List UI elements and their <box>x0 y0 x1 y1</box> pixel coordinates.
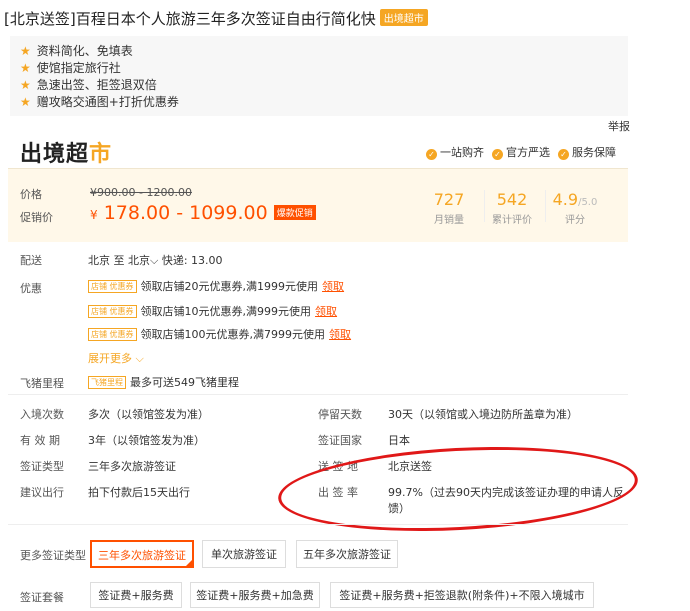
promise-label: 服务保障 <box>572 146 616 159</box>
shop-logo: 出境超市 <box>20 136 112 168</box>
option-label: 签证费+服务费+拒签退款(附条件)+不限入境城市 <box>339 589 585 602</box>
miles-text: 最多可送549飞猪里程 <box>130 376 239 389</box>
coupon-row: 店铺 优惠券 领取店铺20元优惠券,满1999元使用 领取 <box>88 278 344 294</box>
total-reviews: 542 累计评价 <box>482 190 542 226</box>
spec-value: 拍下付款后15天出行 <box>88 486 190 499</box>
package-label: 签证套餐 <box>20 591 64 604</box>
stat-label: 评分 <box>565 215 585 226</box>
feature-item: ★ 使馆指定旅行社 <box>20 59 121 76</box>
miles-label: 飞猪里程 <box>20 377 64 390</box>
feature-text: 急速出签、拒签退双倍 <box>36 78 157 92</box>
logo-text: 出境超 <box>20 142 90 167</box>
promise-label: 一站购齐 <box>440 146 484 159</box>
product-title: [北京送签]百程日本个人旅游三年多次签证自由行简化快 出境超市 <box>4 8 428 29</box>
spec-label: 签证类型 <box>20 460 64 473</box>
hot-promo-badge: 爆款促销 <box>273 205 316 220</box>
star-icon: ★ <box>20 95 31 109</box>
coupon-text: 领取店铺20元优惠券,满1999元使用 <box>140 280 319 293</box>
visa-type-option-selected[interactable]: 三年多次旅游签证 <box>90 540 194 568</box>
promo-price-label: 促销价 <box>20 211 53 224</box>
spec-value: 3年（以领馆签发为准） <box>88 434 205 447</box>
star-icon: ★ <box>20 78 31 92</box>
option-label: 签证费+服务费 <box>98 589 174 602</box>
package-option[interactable]: 签证费+服务费 <box>90 582 182 608</box>
option-label: 三年多次旅游签证 <box>98 549 186 562</box>
promise-label: 官方严选 <box>506 146 550 159</box>
section-divider <box>8 394 628 395</box>
coupon-text: 领取店铺100元优惠券,满7999元使用 <box>140 328 326 341</box>
price-range: 178.00 - 1099.00 <box>103 202 268 224</box>
coupon-tag: 店铺 优惠券 <box>88 328 137 341</box>
package-option[interactable]: 签证费+服务费+拒签退款(附条件)+不限入境城市 <box>330 582 594 608</box>
currency-symbol: ¥ <box>90 208 98 222</box>
stat-value: 542 <box>496 190 528 209</box>
title-badge: 出境超市 <box>379 9 428 26</box>
coupon-tag: 店铺 优惠券 <box>88 280 137 293</box>
rating: 4.9/5.0 评分 <box>545 190 605 226</box>
miles-row: 飞猪里程 最多可送549飞猪里程 <box>88 374 239 390</box>
coupon-tag: 店铺 优惠券 <box>88 305 137 318</box>
feature-item: ★ 急速出签、拒签退双倍 <box>20 76 157 93</box>
logo-accent: 市 <box>89 142 113 167</box>
stat-label: 累计评价 <box>492 215 532 226</box>
spec-label: 有 效 期 <box>20 434 60 447</box>
check-circle-icon: ✓ <box>492 149 503 160</box>
star-icon: ★ <box>20 44 31 58</box>
product-title-text: [北京送签]百程日本个人旅游三年多次签证自由行简化快 <box>4 10 376 28</box>
option-label: 单次旅游签证 <box>211 548 277 561</box>
coupon-row: 店铺 优惠券 领取店铺10元优惠券,满999元使用 领取 <box>88 303 337 319</box>
check-circle-icon: ✓ <box>558 149 569 160</box>
rating-scale: /5.0 <box>578 197 598 208</box>
feature-list: ★ 资料简化、免填表 ★ 使馆指定旅行社 ★ 急速出签、拒签退双倍 ★ 赠攻略交通图+打… <box>10 36 628 116</box>
claim-coupon-link[interactable]: 领取 <box>322 280 344 293</box>
visa-type-label: 更多签证类型 <box>20 549 86 562</box>
selected-corner-icon <box>185 559 193 567</box>
check-circle-icon: ✓ <box>426 149 437 160</box>
promise-guarantee: ✓ 服务保障 <box>558 144 616 160</box>
miles-tag: 飞猪里程 <box>88 376 126 389</box>
spec-label: 停留天数 <box>318 408 362 421</box>
claim-coupon-link[interactable]: 领取 <box>315 305 337 318</box>
spec-value: 30天（以领馆或入境边防所盖章为准） <box>388 408 578 421</box>
coupon-label: 优惠 <box>20 282 42 295</box>
promise-one-stop: ✓ 一站购齐 <box>426 144 484 160</box>
original-price: ¥900.00 - 1200.00 <box>90 186 192 199</box>
spec-value: 多次（以领馆签发为准） <box>88 408 209 421</box>
star-icon: ★ <box>20 61 31 75</box>
coupon-text: 领取店铺10元优惠券,满999元使用 <box>140 305 312 318</box>
shipping-selector[interactable]: 北京 至 北京⌵ 快递: 13.00 <box>88 252 223 268</box>
visa-type-option[interactable]: 单次旅游签证 <box>202 540 286 568</box>
price-label: 价格 <box>20 188 42 201</box>
spec-value: 日本 <box>388 434 410 447</box>
spec-value: 三年多次旅游签证 <box>88 460 176 473</box>
package-option[interactable]: 签证费+服务费+加急费 <box>190 582 320 608</box>
feature-item: ★ 赠攻略交通图+打折优惠券 <box>20 93 179 110</box>
monthly-sales: 727 月销量 <box>419 190 479 226</box>
expand-more-link[interactable]: 展开更多 ⌵ <box>88 350 144 366</box>
option-label: 五年多次旅游签证 <box>303 548 391 561</box>
section-divider <box>8 524 628 525</box>
stat-label: 月销量 <box>434 215 464 226</box>
feature-text: 赠攻略交通图+打折优惠券 <box>36 95 179 109</box>
stat-value: 727 <box>433 190 465 209</box>
spec-label: 签证国家 <box>318 434 362 447</box>
option-label: 签证费+服务费+加急费 <box>196 589 314 602</box>
promise-official: ✓ 官方严选 <box>492 144 550 160</box>
promo-price: ¥ 178.00 - 1099.00 爆款促销 <box>90 202 316 224</box>
visa-type-option[interactable]: 五年多次旅游签证 <box>296 540 398 568</box>
feature-text: 资料简化、免填表 <box>36 44 133 58</box>
feature-text: 使馆指定旅行社 <box>36 61 121 75</box>
claim-coupon-link[interactable]: 领取 <box>329 328 351 341</box>
price-panel: 出境超市 ✓ 一站购齐 ✓ 官方严选 ✓ 服务保障 价格 ¥900.00 - 1200… <box>8 132 628 242</box>
spec-label: 入境次数 <box>20 408 64 421</box>
stat-value: 4.9 <box>552 190 579 209</box>
feature-item: ★ 资料简化、免填表 <box>20 42 133 59</box>
spec-label: 建议出行 <box>20 486 64 499</box>
shop-header: 出境超市 ✓ 一站购齐 ✓ 官方严选 ✓ 服务保障 <box>8 132 628 169</box>
coupon-row: 店铺 优惠券 领取店铺100元优惠券,满7999元使用 领取 <box>88 326 351 342</box>
shipping-label: 配送 <box>20 254 42 267</box>
